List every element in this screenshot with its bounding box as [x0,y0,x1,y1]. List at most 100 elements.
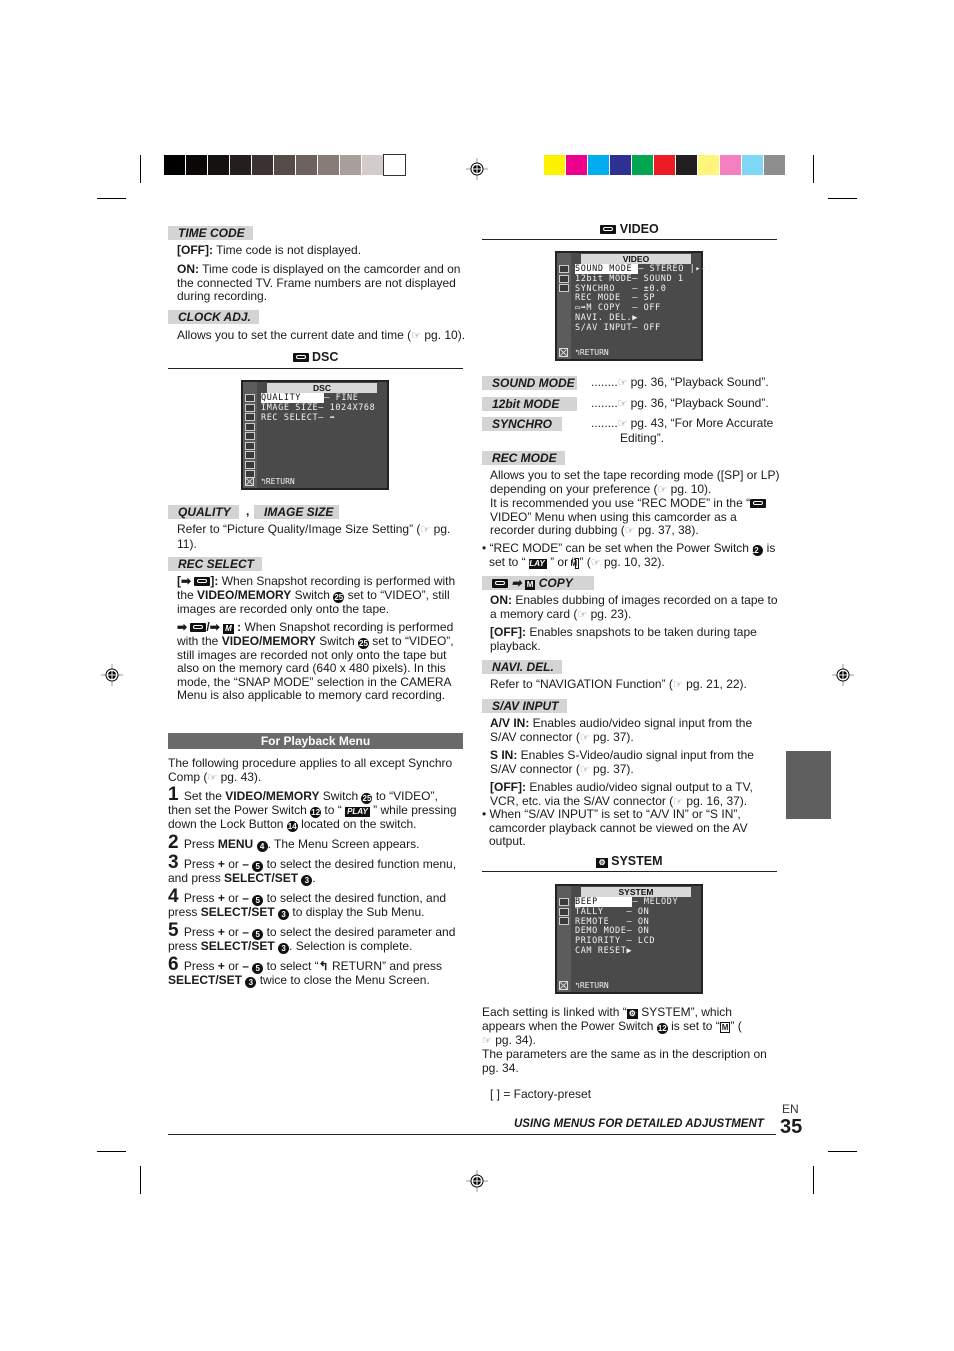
system-menu-screen: SYSTEM BEEP – MELODY TALLY – ON REMOTE – O… [555,884,703,994]
step-number: 5 [168,920,184,941]
color-swatch [764,155,785,175]
step-text: or [224,925,243,939]
step-text: or [224,891,243,905]
menu-row-name: S/AV INPUT [575,322,633,333]
menu-row-name: REC MODE [575,293,633,304]
tape-icon [492,579,508,588]
camera-icon [292,353,309,362]
close-icon [559,981,568,990]
divider [482,239,777,240]
close-icon [245,477,254,486]
step-number: 2 [168,832,184,853]
time-code-off-text: [OFF]: Time code is not displayed. [177,243,362,257]
step-text: Press [183,925,218,939]
registration-mark-icon [466,1170,488,1192]
step-text: or [224,857,243,871]
menu-row-value: – SOUND 1 [632,273,684,284]
step-text [253,837,256,851]
crop-mark [140,155,141,183]
menu-row-value: ▶ [626,946,633,956]
menu-row-value: – ➡ [318,412,336,423]
registration-mark-icon [466,158,488,180]
reference-icon: ☞ [617,418,631,430]
video-ref-label: SYNCHRO [482,417,562,431]
factory-preset-note: [ ] = Factory-preset [490,1087,592,1101]
dsc-menu-screen: DSC QUALITY – FINE IMAGE SIZE– 1024X768 RE… [241,380,389,490]
menu-category-icon [245,394,255,402]
menu-row-value: – MELODY [632,897,679,907]
menu-row: S/AV INPUT– OFF [575,322,661,334]
reference-icon: ☞ [624,525,635,538]
menu-row-value: – ON [626,926,650,937]
menu-category-icon [559,265,569,273]
bold-term: SELECT/SET [200,905,275,919]
callout-number: 3 [278,909,290,920]
bold-term: MENU [217,837,254,851]
video-heading: VIDEO [482,222,777,236]
step-text: Set the [183,789,226,803]
tape-icon [190,623,207,632]
color-swatch [566,155,587,175]
sav-input-bullet: • When “S/AV INPUT” is set to “A/V IN” o… [482,807,748,849]
menu-row-name: CAM RESET [575,946,627,956]
callout-number: 3 [301,875,313,886]
color-swatch [676,155,697,175]
menu-row-name: QUALITY [261,393,325,403]
step-text: twice to close the Menu Screen. [256,973,430,987]
step-number: 6 [168,954,184,975]
video-ref-text: ........☞ pg. 43, “For More Accurate Edi… [591,416,781,445]
video-ref-label: 12bit MODE [482,397,577,411]
reference-icon: ☞ [420,524,431,536]
time-code-label: TIME CODE [168,226,253,240]
step-text: Press [183,959,218,973]
screen-title: DSC [267,383,377,393]
step-text: . Selection is complete. [289,939,413,953]
system-icon: ⚙ [626,1009,638,1019]
menu-row-name: DEMO MODE [575,926,627,937]
menu-category-icon [245,432,255,440]
bold-term: + [217,857,225,871]
playback-step: 4 Press + or – 5 to select the desired f… [168,887,463,920]
menu-category-icon [245,441,255,450]
color-swatch [544,155,565,175]
rec-select-option-2: ➡ /➡ M : When Snapshot recording is perf… [177,620,454,703]
quality-text: Refer to “Picture Quality/Image Size Set… [177,522,451,551]
sav-input-label: S/AV INPUT [482,699,567,713]
menu-row-value: – LCD [626,936,656,947]
quality-label: QUALITY [168,505,239,519]
leader-dots: ........ [591,416,618,430]
playback-intro: The following procedure applies to all e… [168,756,453,784]
menu-category-icon [559,917,569,925]
crop-mark [828,198,857,199]
step-number: 3 [168,852,184,873]
menu-row-name: 12bit MODE [575,273,633,284]
menu-row-name: IMAGE SIZE [261,402,319,413]
color-swatch [383,154,406,176]
section-thumb-tab [786,751,831,819]
divider [482,871,777,872]
step-text: . The Menu Screen appears. [267,837,420,851]
menu-row-name: BEEP [575,897,633,907]
menu-category-icon [245,451,255,459]
color-swatch [230,155,251,175]
return-item: ↰RETURN [575,348,609,357]
section-title: USING MENUS FOR DETAILED ADJUSTMENT [514,1118,764,1130]
tape-icon [600,225,617,234]
step-text: Switch [319,789,362,803]
crop-mark [813,155,814,183]
reference-icon: ☞ [673,795,684,808]
sav-s-in-text: S IN: Enables S-Video/audio signal input… [490,748,754,776]
copy-on-text: ON: Enables dubbing of images recorded o… [490,593,778,621]
step-text: Press [183,837,218,851]
bold-term: SELECT/SET [200,939,275,953]
video-ref-text: ........☞ pg. 36, “Playback Sound”. [591,375,781,391]
screen-title: VIDEO [581,254,691,264]
menu-row-name: TALLY [575,906,627,917]
bold-term: – [242,891,249,905]
step-number: 4 [168,886,184,907]
bold-term: SELECT/SET [168,973,243,987]
video-ref-label: SOUND MODE [482,376,577,390]
navi-del-text: Refer to “NAVIGATION Function” (☞ pg. 21… [490,677,747,691]
playback-step: 1 Set the VIDEO/MEMORY Switch 25 to “VID… [168,785,463,832]
reference-icon: ☞ [482,1034,492,1047]
